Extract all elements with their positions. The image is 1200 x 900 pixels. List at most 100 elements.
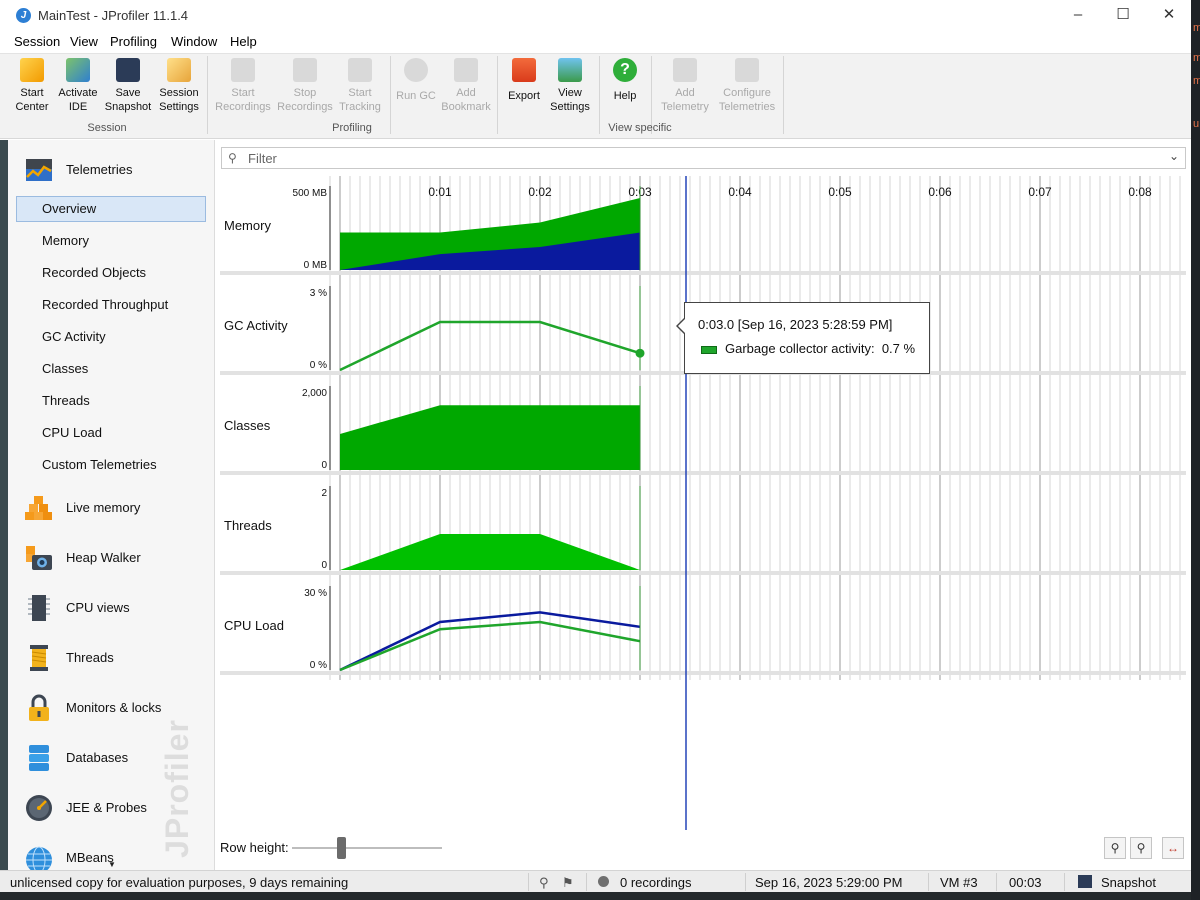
export-button[interactable]: Export	[505, 58, 543, 103]
sidebar-item-gc-activity[interactable]: GC Activity	[16, 324, 206, 350]
telemetries-icon	[26, 159, 52, 181]
area-series	[340, 534, 640, 570]
telemetry-row-threads[interactable]: Threads 2 0	[220, 486, 1186, 575]
telemetry-row-cpu-load[interactable]: CPU Load 30 % 0 %	[220, 586, 1186, 675]
background-window-edge: mmmu	[1191, 0, 1200, 900]
toolbar: Start Center Activate IDE Save Snapshot Ses…	[0, 53, 1191, 139]
maximize-button[interactable]: ☐	[1100, 4, 1146, 26]
sidebar-item-cpu-load[interactable]: CPU Load	[16, 420, 206, 446]
row-label: Memory	[224, 218, 271, 233]
menu-session[interactable]: Session	[14, 34, 60, 49]
search-icon: ⚲	[228, 151, 237, 165]
save-snapshot-button[interactable]: Save Snapshot	[104, 58, 152, 114]
view-settings-label: View Settings	[550, 87, 590, 113]
row-label: GC Activity	[224, 318, 288, 333]
databases-icon	[29, 745, 49, 771]
help-button[interactable]: ? Help	[606, 58, 644, 103]
minimize-button[interactable]: –	[1055, 4, 1101, 26]
menu-help[interactable]: Help	[230, 34, 257, 49]
time-tick-label: 0:02	[528, 185, 552, 199]
tooltip-row: Garbage collector activity: 0.7 %	[725, 341, 915, 356]
add-bookmark-icon	[454, 58, 478, 82]
toolbar-separator	[783, 56, 784, 134]
start-recordings-label: Start Recordings	[215, 87, 271, 113]
telemetry-row-classes[interactable]: Classes 2,000 0	[220, 386, 1186, 475]
add-telemetry-label: Add Telemetry	[661, 87, 709, 113]
start-center-icon	[20, 58, 44, 82]
y-tick-label: 0 %	[310, 660, 327, 671]
activate-ide-label: Activate IDE	[58, 87, 98, 113]
time-tick-label: 0:06	[928, 185, 952, 199]
elapsed-time: 00:03	[1009, 875, 1042, 890]
sidebar-section-label: Live memory	[66, 500, 141, 515]
menu-window[interactable]: Window	[171, 34, 217, 49]
row-height-slider-thumb[interactable]	[337, 837, 346, 859]
sidebar-item-recorded-throughput[interactable]: Recorded Throughput	[16, 292, 206, 318]
menu-profiling[interactable]: Profiling	[110, 34, 157, 49]
start-recordings-button[interactable]: Start Recordings	[214, 58, 272, 114]
y-tick-label: 0	[321, 460, 327, 471]
sidebar-item-memory[interactable]: Memory	[16, 228, 206, 254]
telemetry-charts: 0:01 0:02 0:03 0:04 0:05 0:06 0:07 0:08 Memory5…	[220, 176, 1186, 830]
license-status: unlicensed copy for evaluation purposes,…	[10, 875, 349, 890]
sidebar-item-custom-telemetries[interactable]: Custom Telemetries	[16, 452, 206, 478]
start-center-button[interactable]: Start Center	[14, 58, 50, 114]
heap-walker-icon	[26, 546, 52, 570]
session-mode: Snapshot	[1101, 875, 1156, 890]
toolbar-group-view-specific: View specific	[608, 122, 672, 134]
sidebar-item-recorded-objects[interactable]: Recorded Objects	[16, 260, 206, 286]
activate-ide-icon	[66, 58, 90, 82]
sidebar-item-overview[interactable]: Overview	[16, 196, 206, 222]
session-settings-label: Session Settings	[159, 87, 199, 113]
run-gc-label: Run GC	[396, 90, 436, 102]
sidebar-section-heap-walker[interactable]: Heap Walker	[8, 536, 214, 576]
chevron-down-icon[interactable]: ⌄	[1169, 149, 1179, 163]
time-tick-label: 0:04	[728, 185, 752, 199]
menu-view[interactable]: View	[70, 34, 98, 49]
y-tick-label: 2	[321, 488, 327, 499]
row-label: CPU Load	[224, 618, 284, 633]
filter-field[interactable]: ⚲ Filter ⌄	[221, 147, 1186, 169]
add-bookmark-button[interactable]: Add Bookmark	[440, 58, 492, 114]
pin-icon[interactable]: ⚲	[539, 875, 549, 891]
sidebar-item-classes[interactable]: Classes	[16, 356, 206, 382]
y-tick-label: 0 %	[310, 360, 327, 371]
add-telemetry-button[interactable]: Add Telemetry	[658, 58, 712, 114]
row-separator	[220, 271, 1186, 275]
view-settings-button[interactable]: View Settings	[548, 58, 592, 114]
sidebar-section-cpu-views[interactable]: CPU views	[8, 586, 214, 626]
toolbar-group-session: Session	[87, 122, 127, 134]
time-tick-label: 0:05	[828, 185, 852, 199]
sidebar-section-telemetries[interactable]: Telemetries	[8, 148, 214, 188]
window-title: MainTest - JProfiler 11.1.4	[38, 8, 189, 23]
sidebar-section-live-memory[interactable]: Live memory	[8, 486, 214, 526]
jprofiler-window: J MainTest - JProfiler 11.1.4 – ☐ ✕ Sess…	[0, 0, 1191, 900]
zoom-in-icon[interactable]: ⚲	[1104, 837, 1126, 859]
sidebar-item-threads[interactable]: Threads	[16, 388, 206, 414]
flag-icon[interactable]: ⚑	[562, 875, 574, 891]
fit-icon[interactable]: ↔	[1162, 837, 1184, 859]
hover-point[interactable]	[635, 348, 645, 358]
tooltip-title: 0:03.0 [Sep 16, 2023 5:28:59 PM]	[698, 317, 893, 332]
row-separator	[220, 671, 1186, 675]
menu-bar: Session View Profiling Window Help	[0, 31, 1191, 53]
export-icon	[512, 58, 536, 82]
snapshot-icon	[1078, 875, 1092, 888]
zoom-out-icon[interactable]: ⚲	[1130, 837, 1152, 859]
row-height-slider-track[interactable]	[292, 847, 442, 849]
sidebar-section-label: Monitors & locks	[66, 700, 162, 715]
add-telemetry-icon	[673, 58, 697, 82]
y-tick-label: 30 %	[304, 588, 327, 599]
run-gc-button[interactable]: Run GC	[396, 58, 436, 103]
session-settings-button[interactable]: Session Settings	[156, 58, 202, 114]
activate-ide-button[interactable]: Activate IDE	[56, 58, 100, 114]
close-button[interactable]: ✕	[1146, 4, 1191, 26]
scroll-down-icon[interactable]: ▼	[108, 860, 116, 869]
cpu-views-icon	[28, 595, 50, 621]
telemetry-row-memory[interactable]: Memory 500 MB 0 MB	[220, 186, 1186, 275]
sidebar-section-threads[interactable]: Threads	[8, 636, 214, 676]
stop-recordings-button[interactable]: Stop Recordings	[276, 58, 334, 114]
threads-icon	[30, 645, 48, 671]
start-tracking-button[interactable]: Start Tracking	[336, 58, 384, 114]
configure-telemetries-button[interactable]: Configure Telemetries	[716, 58, 778, 114]
